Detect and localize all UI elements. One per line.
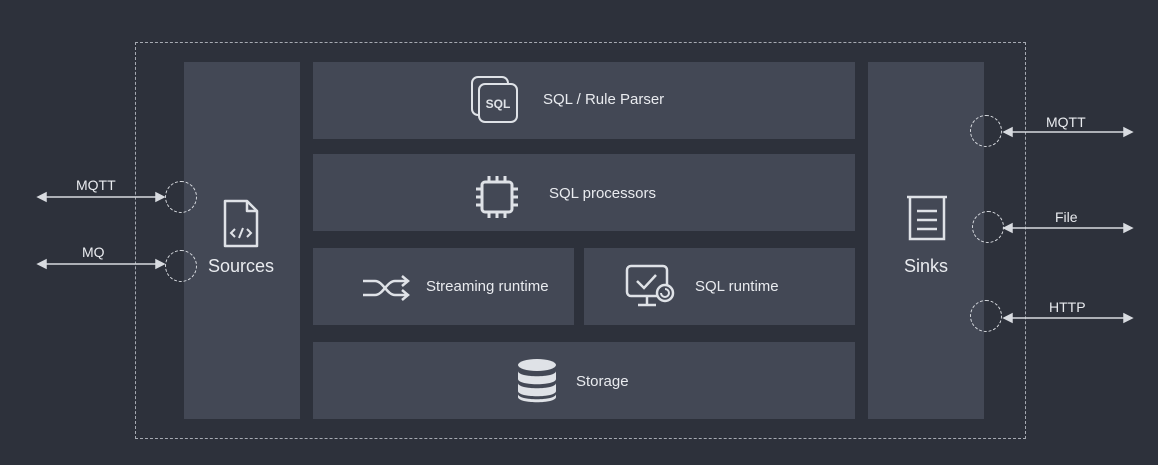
mqtt-output-label: MQTT <box>1046 114 1086 130</box>
file-output-port <box>972 211 1004 243</box>
mqtt-input-label: MQTT <box>76 177 116 193</box>
mqtt-output-port <box>970 115 1002 147</box>
mq-input-port <box>165 250 197 282</box>
http-output-label: HTTP <box>1049 299 1086 315</box>
http-output-port <box>970 300 1002 332</box>
file-output-label: File <box>1055 209 1078 225</box>
mqtt-input-port <box>165 181 197 213</box>
mq-input-label: MQ <box>82 244 105 260</box>
